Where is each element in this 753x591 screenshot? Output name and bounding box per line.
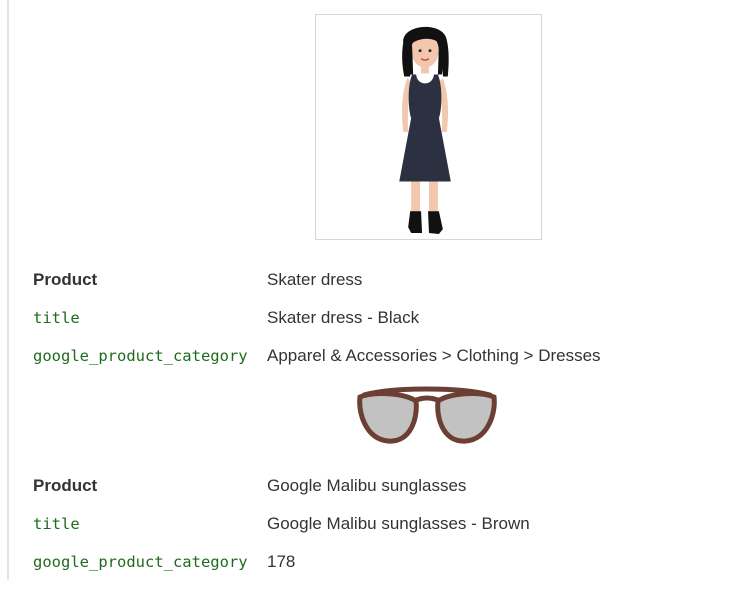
product-row: Product Google Malibu sunglasses xyxy=(33,474,733,498)
category-value: 178 xyxy=(267,552,296,571)
title-value: Skater dress - Black xyxy=(267,308,420,327)
title-attribute-key: title xyxy=(33,309,80,327)
title-row: title Skater dress - Black xyxy=(33,306,733,330)
left-border-rule xyxy=(7,0,9,580)
category-attribute-key: google_product_category xyxy=(33,347,248,365)
title-row: title Google Malibu sunglasses - Brown xyxy=(33,512,733,536)
sunglasses-image xyxy=(357,386,497,444)
product-label: Product xyxy=(33,476,98,495)
product-value: Skater dress xyxy=(267,270,363,289)
page: { "products": [ { "image_icon": "dress-f… xyxy=(0,0,753,591)
title-attribute-key: title xyxy=(33,515,80,533)
category-value: Apparel & Accessories > Clothing > Dress… xyxy=(267,346,601,365)
sunglasses-product-image xyxy=(354,383,500,447)
dress-product-image xyxy=(315,14,542,240)
product-label: Product xyxy=(33,270,98,289)
category-row: google_product_category Apparel & Access… xyxy=(33,344,733,368)
product-value: Google Malibu sunglasses xyxy=(267,476,467,495)
dress-figure-image xyxy=(399,26,451,235)
product-row: Product Skater dress xyxy=(33,268,733,292)
category-attribute-key: google_product_category xyxy=(33,553,248,571)
title-value: Google Malibu sunglasses - Brown xyxy=(267,514,530,533)
category-row: google_product_category 178 xyxy=(33,550,733,574)
